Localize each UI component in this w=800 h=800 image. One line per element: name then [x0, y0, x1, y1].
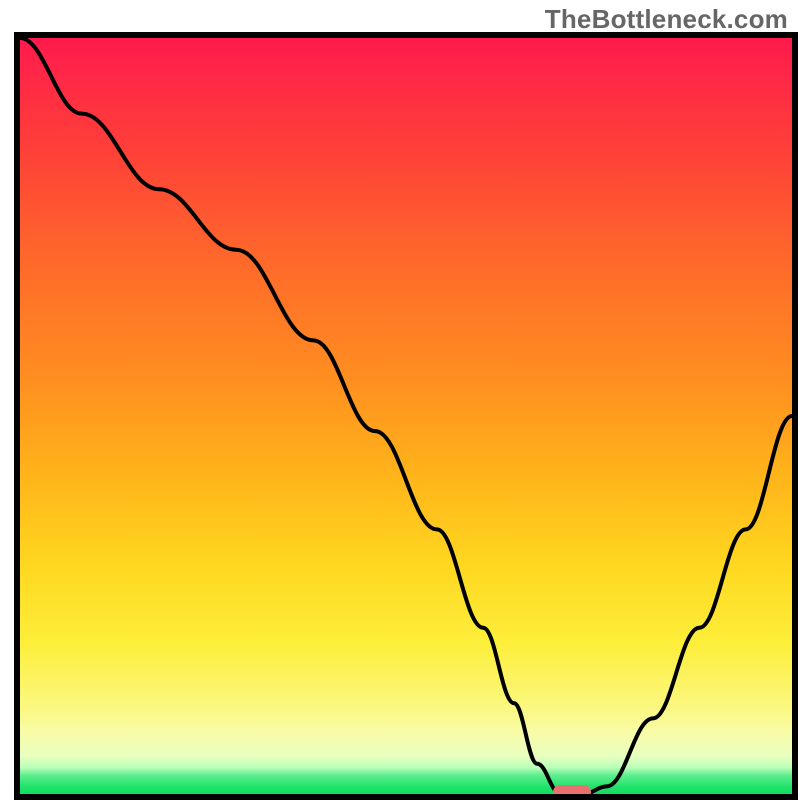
plot-area — [14, 32, 798, 800]
watermark-text: TheBottleneck.com — [545, 4, 788, 35]
optimum-marker — [553, 785, 592, 799]
chart-stage: TheBottleneck.com — [0, 0, 800, 800]
bottleneck-curve — [20, 38, 792, 794]
